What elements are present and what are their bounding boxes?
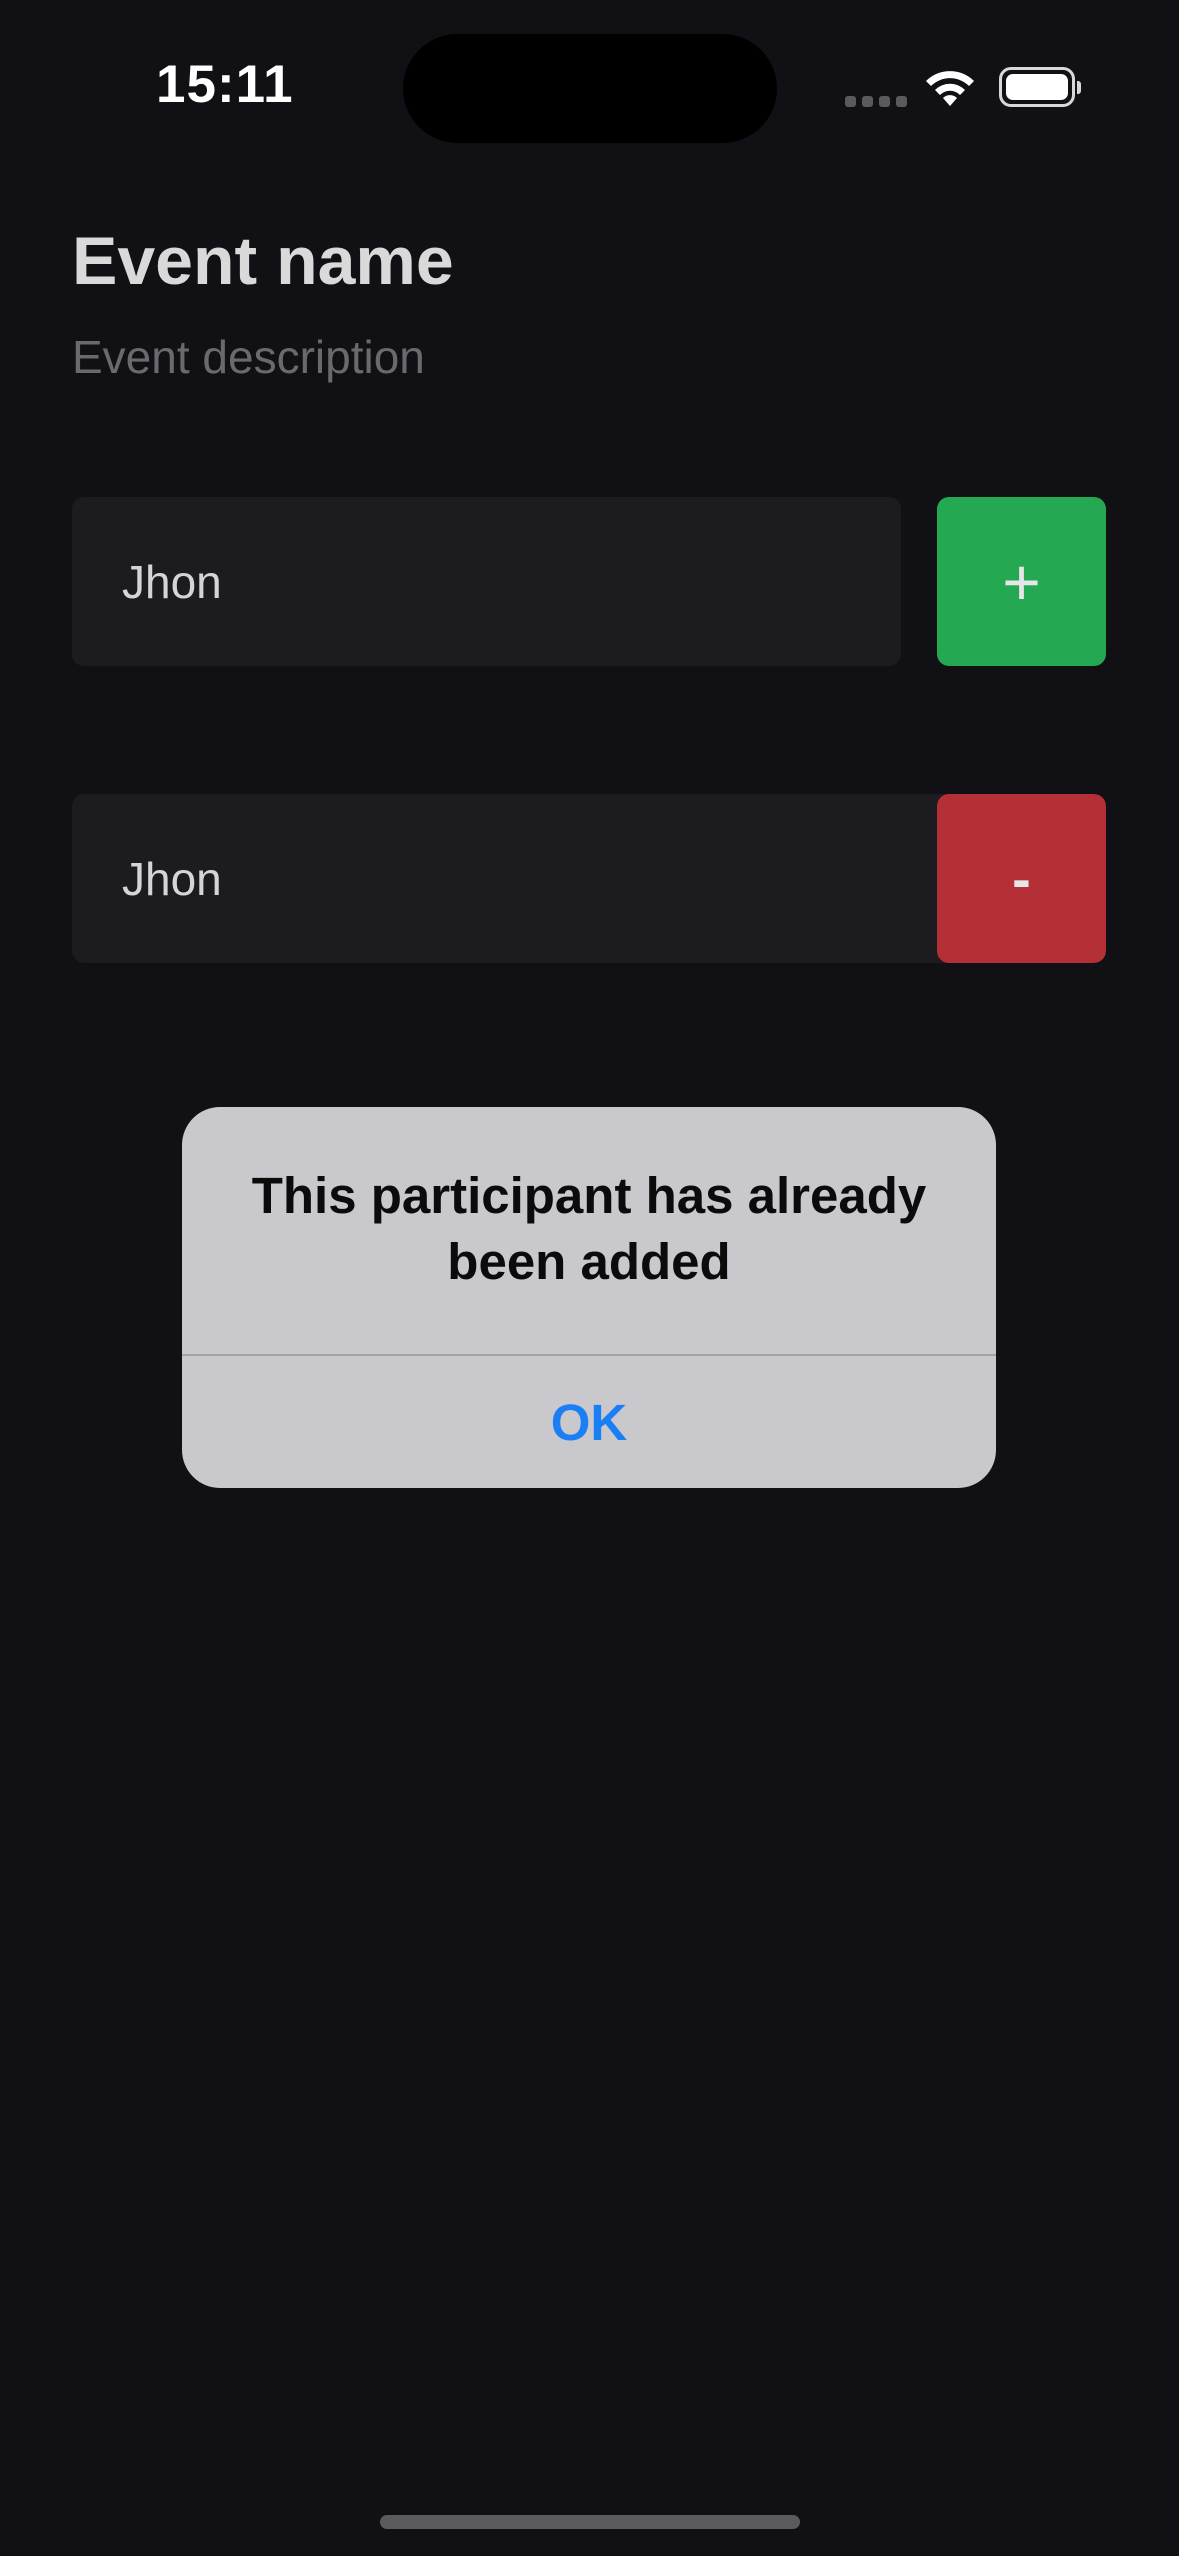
remove-participant-button[interactable]: -: [937, 794, 1106, 963]
alert-message: This participant has already been added: [251, 1167, 927, 1290]
alert-dialog: This participant has already been added …: [182, 1107, 996, 1488]
event-description[interactable]: Event description: [72, 330, 425, 384]
participant-list-item: Jhon -: [72, 794, 1106, 963]
status-time: 15:11: [156, 55, 294, 114]
add-participant-button[interactable]: +: [937, 497, 1106, 666]
participant-name: Jhon: [122, 852, 222, 905]
cellular-signal-icon: [845, 96, 907, 108]
dynamic-island: [403, 34, 777, 143]
status-bar: 15:11: [0, 0, 1179, 160]
participant-name-input[interactable]: Jhon: [72, 497, 901, 666]
alert-ok-button[interactable]: OK: [182, 1356, 996, 1488]
home-indicator[interactable]: [380, 2515, 800, 2529]
battery-icon: [999, 67, 1081, 107]
wifi-icon: [926, 71, 974, 106]
event-title: Event name: [72, 223, 454, 299]
